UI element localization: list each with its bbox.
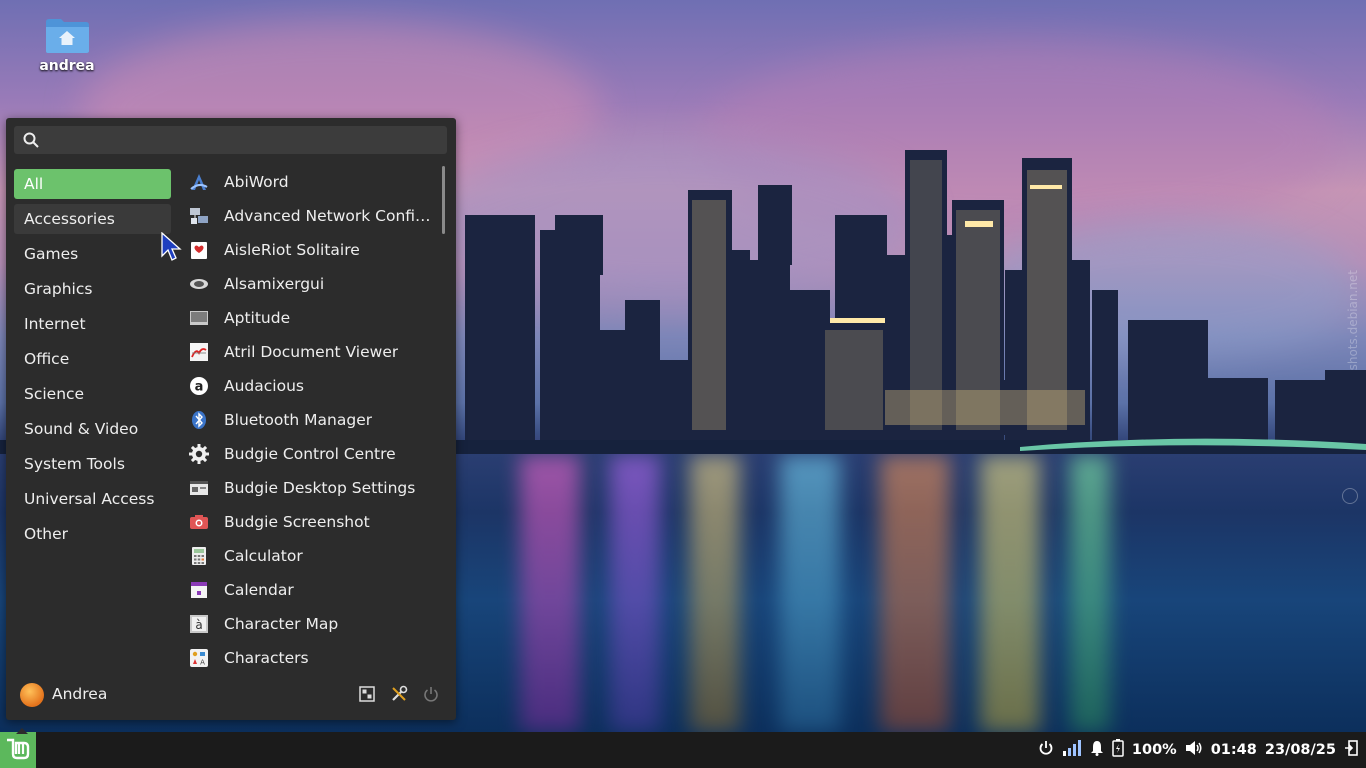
- calculator-icon: [188, 545, 210, 567]
- app-label: Alsamixergui: [224, 275, 325, 293]
- category-system-tools[interactable]: System Tools: [14, 449, 171, 479]
- home-folder-icon: [44, 18, 90, 54]
- desktop-settings-icon: [188, 477, 210, 499]
- app-label: Calculator: [224, 547, 303, 565]
- home-folder-label: andrea: [39, 58, 95, 74]
- menu-button[interactable]: [0, 728, 36, 768]
- characters-icon: A: [188, 647, 210, 669]
- volume-icon[interactable]: [1185, 740, 1203, 760]
- app-label: AbiWord: [224, 173, 289, 191]
- document-viewer-icon: [188, 341, 210, 363]
- app-item-advanced-network-configuration[interactable]: Advanced Network Configur…: [184, 199, 440, 233]
- category-office[interactable]: Office: [14, 344, 171, 374]
- svg-text:à: à: [195, 618, 202, 632]
- app-item-audacious[interactable]: a Audacious: [184, 369, 440, 403]
- category-other[interactable]: Other: [14, 519, 171, 549]
- app-item-aptitude[interactable]: Aptitude: [184, 301, 440, 335]
- app-label: Advanced Network Configur…: [224, 207, 440, 225]
- application-menu: All Accessories Games Graphics Internet …: [6, 118, 456, 720]
- network-config-icon: [188, 205, 210, 227]
- app-item-characters[interactable]: A Characters: [184, 641, 440, 675]
- aptitude-icon: [188, 307, 210, 329]
- power-icon[interactable]: [422, 685, 440, 703]
- settings-tools-icon[interactable]: [390, 685, 408, 703]
- app-label: Calendar: [224, 581, 294, 599]
- category-graphics[interactable]: Graphics: [14, 274, 171, 304]
- bottom-panel: 100% 01:48 23/08/25: [0, 728, 1366, 768]
- bluetooth-icon: [188, 409, 210, 431]
- battery-icon[interactable]: [1112, 739, 1124, 761]
- app-item-abiword[interactable]: AbiWord: [184, 165, 440, 199]
- app-item-alsamixergui[interactable]: Alsamixergui: [184, 267, 440, 301]
- clock-time[interactable]: 01:48: [1211, 742, 1257, 758]
- app-list-scrollbar[interactable]: [442, 166, 445, 234]
- app-item-budgie-control-centre[interactable]: Budgie Control Centre: [184, 437, 440, 471]
- search-icon: [23, 132, 39, 152]
- username-label[interactable]: Andrea: [52, 685, 107, 703]
- app-label: Budgie Control Centre: [224, 445, 396, 463]
- app-item-atril-document-viewer[interactable]: Atril Document Viewer: [184, 335, 440, 369]
- app-label: Bluetooth Manager: [224, 411, 373, 429]
- watermark: shots.debian.net: [1346, 270, 1360, 371]
- calendar-icon: [188, 579, 210, 601]
- app-item-aisleriot-solitaire[interactable]: AisleRiot Solitaire: [184, 233, 440, 267]
- app-label: Characters: [224, 649, 309, 667]
- linux-mint-logo-icon: [7, 738, 30, 760]
- app-item-character-map[interactable]: à Character Map: [184, 607, 440, 641]
- app-label: Atril Document Viewer: [224, 343, 399, 361]
- logout-icon[interactable]: [1344, 740, 1358, 760]
- mixer-icon: [188, 273, 210, 295]
- category-accessories[interactable]: Accessories: [14, 204, 171, 234]
- app-label: Audacious: [224, 377, 304, 395]
- category-science[interactable]: Science: [14, 379, 171, 409]
- network-signal-icon[interactable]: [1062, 739, 1082, 761]
- camera-watermark-icon: [1342, 488, 1358, 504]
- category-internet[interactable]: Internet: [14, 309, 171, 339]
- system-tray: 100% 01:48 23/08/25: [1038, 732, 1366, 768]
- app-label: Budgie Desktop Settings: [224, 479, 416, 497]
- menu-footer: Andrea: [6, 681, 456, 717]
- battery-percentage[interactable]: 100%: [1132, 742, 1177, 758]
- audacious-icon: a: [188, 375, 210, 397]
- category-sound-video[interactable]: Sound & Video: [14, 414, 171, 444]
- app-label: Budgie Screenshot: [224, 513, 370, 531]
- app-item-bluetooth-manager[interactable]: Bluetooth Manager: [184, 403, 440, 437]
- mouse-cursor-icon: [161, 232, 182, 261]
- app-label: Aptitude: [224, 309, 291, 327]
- camera-icon: [188, 511, 210, 533]
- category-universal-access[interactable]: Universal Access: [14, 484, 171, 514]
- search-input[interactable]: [50, 129, 444, 153]
- solitaire-icon: [188, 239, 210, 261]
- app-item-budgie-screenshot[interactable]: Budgie Screenshot: [184, 505, 440, 539]
- clock-date[interactable]: 23/08/25: [1265, 742, 1336, 758]
- home-folder-desktop-icon[interactable]: andrea: [30, 18, 104, 74]
- gear-icon: [188, 443, 210, 465]
- app-item-calculator[interactable]: Calculator: [184, 539, 440, 573]
- search-bar[interactable]: [14, 126, 447, 154]
- character-map-icon: à: [188, 613, 210, 635]
- app-label: AisleRiot Solitaire: [224, 241, 360, 259]
- app-list: AbiWord Advanced Network Configur… Aisle…: [184, 165, 440, 675]
- notification-bell-icon[interactable]: [1090, 740, 1104, 760]
- power-icon[interactable]: [1038, 740, 1054, 760]
- category-list: All Accessories Games Graphics Internet …: [14, 169, 171, 554]
- svg-text:a: a: [195, 380, 204, 395]
- screen-lock-icon[interactable]: [358, 685, 376, 703]
- avatar[interactable]: [20, 683, 44, 707]
- svg-text:A: A: [200, 659, 205, 667]
- app-item-calendar[interactable]: Calendar: [184, 573, 440, 607]
- app-label: Character Map: [224, 615, 339, 633]
- category-all[interactable]: All: [14, 169, 171, 199]
- app-item-budgie-desktop-settings[interactable]: Budgie Desktop Settings: [184, 471, 440, 505]
- abiword-icon: [188, 171, 210, 193]
- category-games[interactable]: Games: [14, 239, 171, 269]
